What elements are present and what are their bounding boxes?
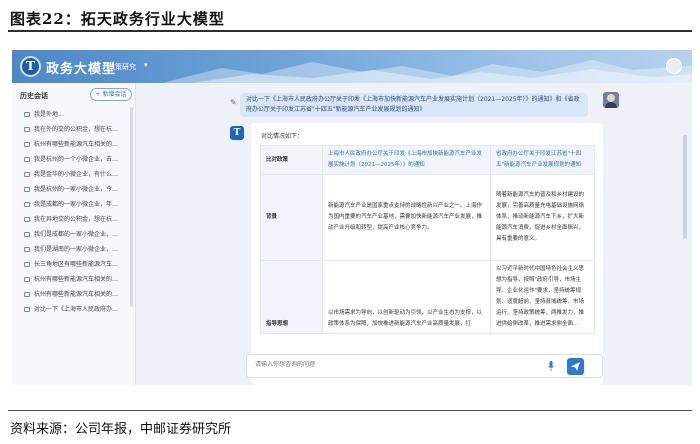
conversation-item[interactable]: 对比一下《上海市人民政府办公厅... — [12, 302, 124, 317]
table-cell: 新能源汽车产业是国家重点支持的战略性新兴产业之一。上海作为国内重要的汽车产业基地… — [322, 174, 491, 261]
assistant-answer: 对比情况如下： 比对政策 上海市人民政府办公厅关于印发《上海市加快新能源汽车产业… — [251, 123, 603, 385]
send-button[interactable] — [567, 358, 584, 375]
conversation-item[interactable]: 我在异地交的公积金，想在杭州买... — [12, 212, 124, 227]
conversation-label: 杭州有哪些新能源汽车相关的政策? — [34, 291, 124, 298]
conversation-label: 我在异地交的公积金，想在杭州买... — [34, 216, 124, 223]
conversation-item[interactable]: 杭州有哪些新能源汽车相关的政策? — [12, 287, 124, 302]
chat-bubble-icon — [24, 142, 30, 147]
comparison-table: 比对政策 上海市人民政府办公厅关于印发《上海市加快新能源汽车产业发展实施计划（2… — [260, 145, 595, 334]
sidebar-scrollbar[interactable] — [130, 107, 133, 307]
mode-selector[interactable]: 政策研究 — [108, 62, 136, 72]
conversation-item[interactable]: 我们是湖南的一家小微企业，营收... — [12, 242, 124, 257]
history-sidebar: 历史会话 + 新增会话 我是外地... 我在外的交的公积金，想在杭州买... 杭州有… — [12, 83, 136, 385]
conversation-label: 杭州有哪些新能源汽车相关的政策? — [34, 141, 124, 148]
chat-bubble-icon — [24, 232, 30, 237]
table-header-row: 比对政策 上海市人民政府办公厅关于印发《上海市加快新能源汽车产业发展实施计划（2… — [260, 145, 595, 175]
table-cell: 以习近平新时代中国特色社会主义思想为指导，按照"政府引导，市场主导、企业化运作"… — [490, 260, 595, 334]
app-window: T 政务大模型 政策研究 ▾ 历史会话 + 新增会话 我是外地... 我在外的交的… — [12, 50, 692, 385]
user-avatar — [603, 92, 619, 108]
conversation-label: 我是成都的一家小微企业，年收20... — [34, 201, 124, 208]
user-message: 对比一下《上海市人民政府办公厅关于印发《上海市加快新能源汽车产业发展实施计划（2… — [240, 93, 588, 117]
question-input[interactable] — [255, 361, 505, 368]
new-chat-button[interactable]: + 新增会话 — [90, 88, 132, 101]
chat-bubble-icon — [24, 292, 30, 297]
title-rule — [8, 30, 692, 32]
conversation-item[interactable]: 我们是成都的一家小微企业，去年... — [12, 227, 124, 242]
chat-bubble-icon — [24, 217, 30, 222]
account-avatar[interactable] — [666, 58, 682, 74]
assistant-logo-icon: T — [230, 126, 244, 140]
chat-bubble-icon — [24, 187, 30, 192]
conversation-label: 长三角地区有哪些新能源汽车的政策? — [34, 261, 124, 268]
microphone-icon[interactable] — [548, 361, 554, 371]
conversation-item[interactable]: 杭州有哪些新能源汽车相关的政策? — [12, 137, 124, 152]
app-logo-icon[interactable]: T — [20, 56, 41, 77]
conversation-item[interactable]: 我是外地... — [12, 107, 124, 122]
answer-intro: 对比情况如下： — [261, 133, 304, 140]
conversation-item[interactable]: 长三角地区有哪些新能源汽车的政策? — [12, 257, 124, 272]
question-input-box — [246, 354, 603, 378]
chat-bubble-icon — [24, 262, 30, 267]
app-header: T 政务大模型 政策研究 ▾ — [12, 50, 692, 83]
edit-icon[interactable]: ✎ — [230, 98, 237, 107]
conversation-item[interactable]: 我是杭州的一家小微企业，今年有... — [12, 182, 124, 197]
conversation-item[interactable]: 我是杭州的一个小微企业，去年营... — [12, 152, 124, 167]
chat-bubble-icon — [24, 202, 30, 207]
chat-bubble-icon — [24, 247, 30, 252]
conversation-label: 我们是成都的一家小微企业，去年... — [34, 231, 124, 238]
send-icon — [571, 362, 580, 371]
source-rule — [8, 410, 692, 411]
chat-bubble-icon — [24, 112, 30, 117]
table-cell: 以市场需求为导向，以创新驱动为引领，以产业生态为支撑，以政策体系为保障，加快推进… — [322, 260, 491, 334]
conversation-list: 我是外地... 我在外的交的公积金，想在杭州买... 杭州有哪些新能源汽车相关的政策… — [12, 107, 135, 317]
conversation-item[interactable]: 我在外的交的公积金，想在杭州买... — [12, 122, 124, 137]
chat-scrollbar[interactable] — [683, 135, 687, 239]
table-header-cell: 上海市人民政府办公厅关于印发《上海市加快新能源汽车产业发展实施计划（2021—2… — [322, 145, 491, 175]
conversation-label: 对比一下《上海市人民政府办公厅... — [34, 306, 124, 313]
chat-bubble-icon — [24, 157, 30, 162]
table-row-label: 背景 — [260, 174, 323, 261]
conversation-label: 我在外的交的公积金，想在杭州买... — [34, 126, 124, 133]
chevron-down-icon[interactable]: ▾ — [144, 61, 148, 69]
chat-bubble-icon — [24, 277, 30, 282]
conversation-item[interactable]: 杭州有哪些新能源汽车相关的政策? — [12, 272, 124, 287]
conversation-label: 我是杭州的一家小微企业，今年有... — [34, 186, 124, 193]
table-header-cell: 比对政策 — [260, 145, 323, 175]
chat-area: ✎ 对比一下《上海市人民政府办公厅关于印发《上海市加快新能源汽车产业发展实施计划… — [136, 83, 692, 385]
conversation-label: 我是外地... — [34, 111, 64, 118]
app-brand: 政务大模型 — [46, 62, 117, 77]
chat-bubble-icon — [24, 127, 30, 132]
table-cell: 随着新能源汽车的普及和乡村建设的发展，完善高质量充电基础设施网络体系，推动新能源… — [490, 174, 595, 261]
chat-bubble-icon — [24, 307, 30, 312]
conversation-label: 我是金华的小微企业，有什么扶持... — [34, 171, 124, 178]
conversation-label: 我们是湖南的一家小微企业，营收... — [34, 246, 124, 253]
conversation-label: 杭州有哪些新能源汽车相关的政策? — [34, 276, 124, 283]
table-row: 指导思想 以市场需求为导向，以创新驱动为引领，以产业生态为支撑，以政策体系为保障… — [260, 260, 595, 334]
figure-source: 资料来源：公司年报，中邮证券研究所 — [10, 422, 232, 437]
table-header-cell: 省政府办公厅关于印发江苏省"十四五"新能源汽车产业发展规划的通知 — [490, 145, 595, 175]
history-heading: 历史会话 — [20, 92, 48, 100]
table-row: 背景 新能源汽车产业是国家重点支持的战略性新兴产业之一。上海作为国内重要的汽车产… — [260, 174, 595, 261]
figure-title: 图表22：拓天政务行业大模型 — [10, 10, 225, 28]
chat-bubble-icon — [24, 172, 30, 177]
conversation-label: 我是杭州的一个小微企业，去年营... — [34, 156, 124, 163]
conversation-item[interactable]: 我是成都的一家小微企业，年收20... — [12, 197, 124, 212]
conversation-item[interactable]: 我是金华的小微企业，有什么扶持... — [12, 167, 124, 182]
table-row-label: 指导思想 — [260, 260, 323, 334]
